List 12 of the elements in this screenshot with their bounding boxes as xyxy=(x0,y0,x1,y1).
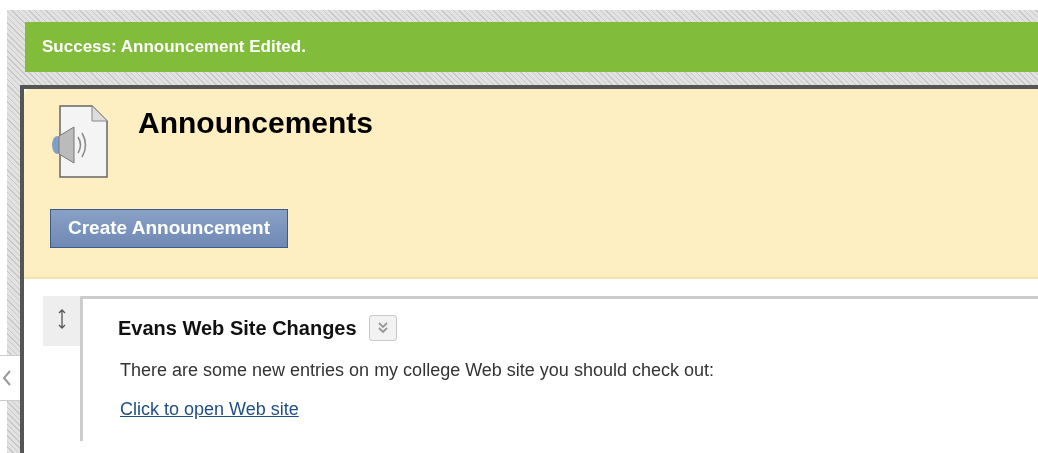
chevron-left-icon xyxy=(2,370,12,386)
double-chevron-down-icon xyxy=(376,321,389,335)
drag-handle[interactable] xyxy=(43,296,80,346)
success-message: Success: Announcement Edited. xyxy=(25,22,1038,72)
page-title: Announcements xyxy=(138,105,374,141)
audio-file-icon xyxy=(50,105,108,179)
collapse-tab[interactable] xyxy=(0,355,20,401)
announcement-text: There are some new entries on my college Web site you should check out: xyxy=(120,359,715,382)
options-menu-button[interactable] xyxy=(368,315,397,341)
announcement-title: Evans Web Site Changes xyxy=(118,316,357,341)
up-down-arrow-icon xyxy=(57,308,66,330)
website-link[interactable]: Click to open Web site xyxy=(120,396,299,423)
